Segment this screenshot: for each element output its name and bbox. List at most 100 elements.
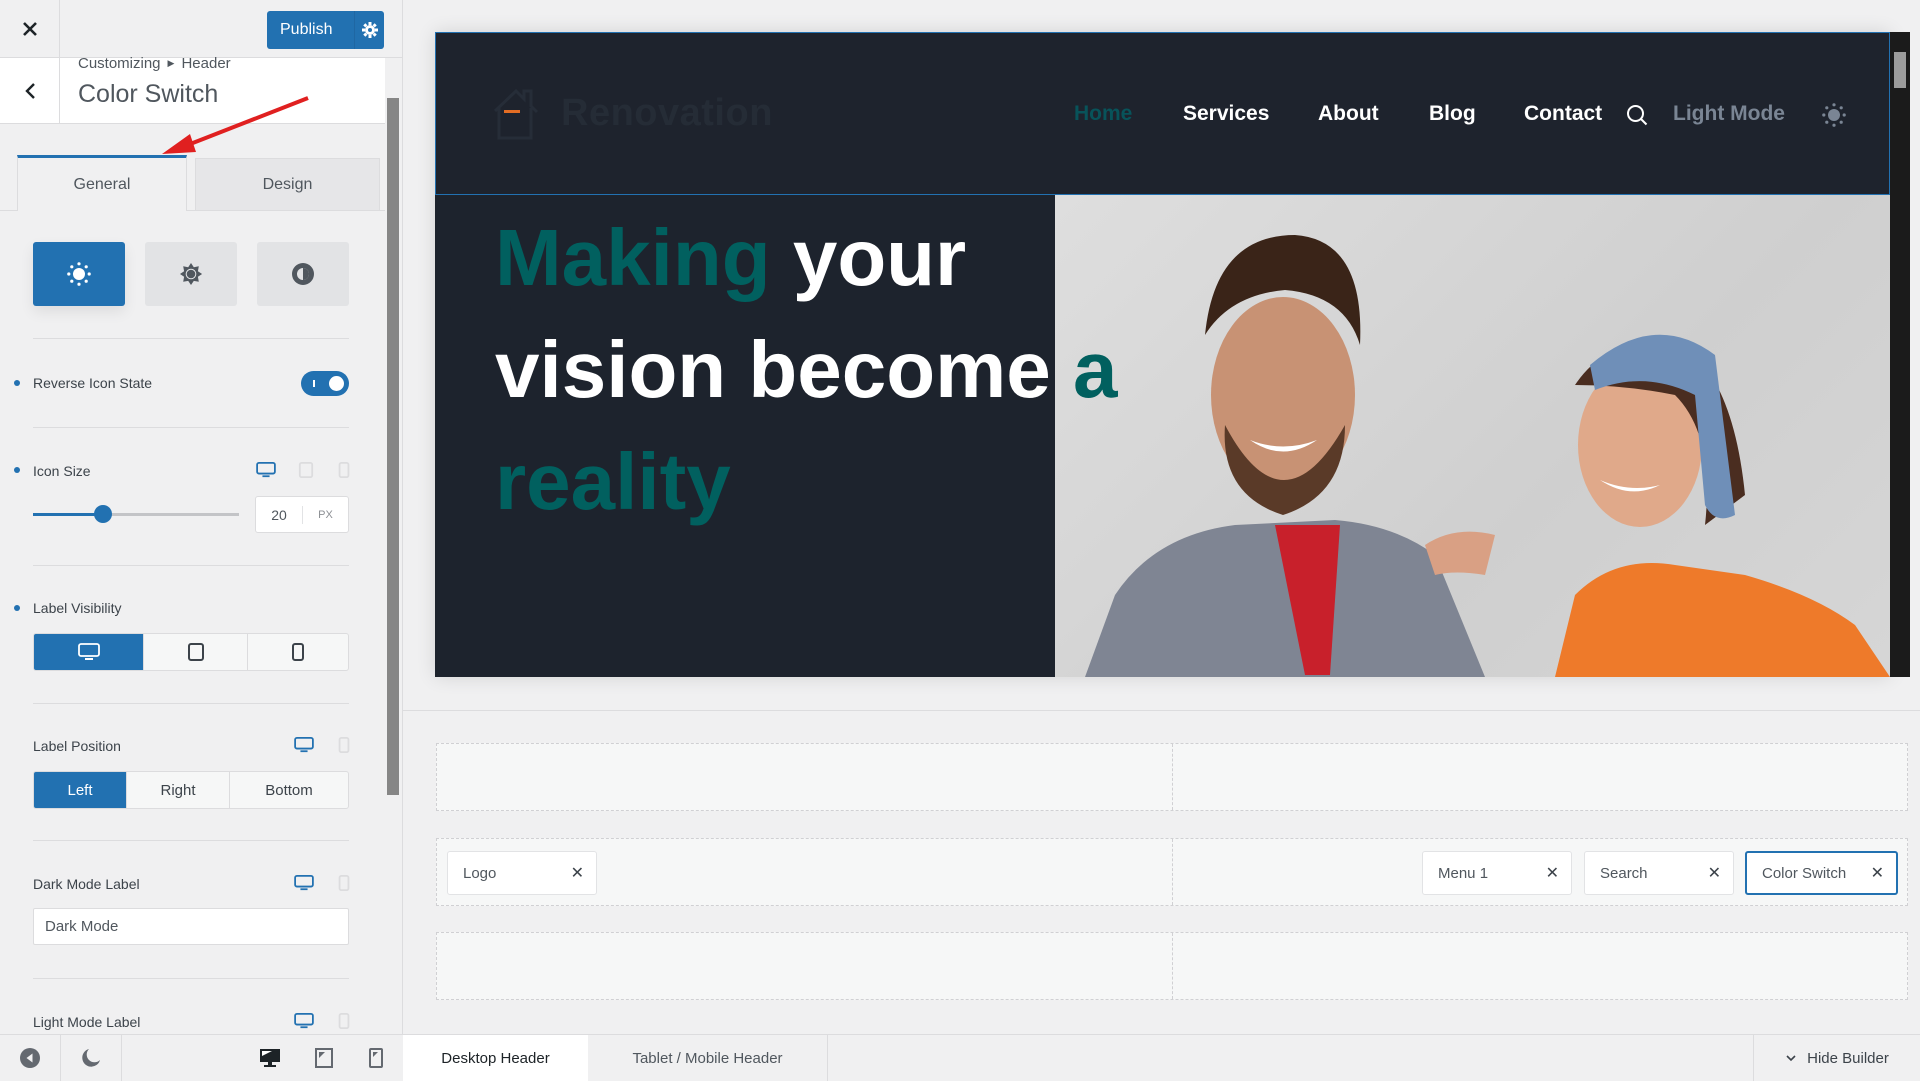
chevron-left-icon xyxy=(24,83,35,99)
nav-home[interactable]: Home xyxy=(1074,102,1132,126)
nav-about[interactable]: About xyxy=(1318,102,1379,126)
device-mobile-icon[interactable] xyxy=(333,462,355,478)
label-position-label: Label Position xyxy=(33,738,121,754)
builder-column-split xyxy=(1172,839,1173,905)
chevron-down-icon xyxy=(1786,1055,1796,1062)
breadcrumb-header: Header xyxy=(181,55,231,72)
remove-item-icon[interactable]: ✕ xyxy=(1871,863,1884,883)
icon-size-slider-handle[interactable] xyxy=(94,505,113,523)
sun-icon[interactable] xyxy=(1822,103,1846,127)
icon-style-sun-dots-button[interactable] xyxy=(33,242,125,306)
gear-icon xyxy=(361,22,378,38)
tab-desktop-header[interactable]: Desktop Header xyxy=(403,1035,588,1081)
label-position-left-button[interactable]: Left xyxy=(34,772,127,808)
builder-item-menu-1[interactable]: Menu 1 ✕ xyxy=(1422,851,1572,895)
builder-row-bottom[interactable] xyxy=(436,932,1908,1000)
builder-item-label: Color Switch xyxy=(1762,864,1847,882)
tablet-preview-icon xyxy=(315,1048,333,1068)
builder-item-logo[interactable]: Logo ✕ xyxy=(447,851,597,895)
device-mobile-icon[interactable] xyxy=(333,875,355,891)
back-button[interactable] xyxy=(0,58,60,124)
icon-style-sun-star-button[interactable] xyxy=(145,242,237,306)
collapse-sidebar-button[interactable] xyxy=(0,1035,61,1081)
headline-part-reality: reality xyxy=(495,437,731,526)
builder-divider xyxy=(403,710,1920,711)
hide-builder-label: Hide Builder xyxy=(1807,1049,1889,1067)
icon-size-slider-fill xyxy=(33,513,104,516)
label-position-bottom-button[interactable]: Bottom xyxy=(230,772,348,808)
reverse-icon-state-toggle[interactable] xyxy=(301,371,349,396)
section-tabs: General Design xyxy=(17,155,383,211)
tab-divider xyxy=(187,210,385,211)
contrast-icon xyxy=(292,263,314,285)
publish-label: Publish xyxy=(267,11,355,49)
device-mobile-icon[interactable] xyxy=(333,737,355,753)
preview-desktop-button[interactable] xyxy=(255,1035,285,1081)
close-customizer-button[interactable] xyxy=(0,0,60,58)
modified-indicator xyxy=(14,380,20,386)
tab-design[interactable]: Design xyxy=(195,158,380,211)
dark-mode-toggle-button[interactable] xyxy=(61,1035,122,1081)
visibility-desktop-button[interactable] xyxy=(34,634,144,670)
site-header[interactable]: Renovation Home Services About Blog Cont… xyxy=(435,32,1890,195)
device-desktop-icon[interactable] xyxy=(293,1013,315,1029)
builder-row-top[interactable] xyxy=(436,743,1908,811)
preview-scrollbar[interactable] xyxy=(1890,32,1910,677)
label-visibility-toggle-group xyxy=(33,633,349,671)
dark-mode-label-input[interactable] xyxy=(33,908,349,945)
mobile-preview-icon xyxy=(369,1048,383,1068)
nav-contact[interactable]: Contact xyxy=(1524,102,1602,126)
builder-item-search[interactable]: Search ✕ xyxy=(1584,851,1734,895)
device-mobile-icon[interactable] xyxy=(333,1013,355,1029)
tab-general[interactable]: General xyxy=(17,155,187,211)
divider xyxy=(33,840,349,841)
device-desktop-icon[interactable] xyxy=(293,737,315,753)
remove-item-icon[interactable]: ✕ xyxy=(1708,863,1721,883)
toggle-on-mark xyxy=(313,380,315,387)
hide-builder-button[interactable]: Hide Builder xyxy=(1753,1035,1920,1081)
label-position-right-button[interactable]: Right xyxy=(127,772,230,808)
icon-size-input[interactable]: 20 PX xyxy=(255,496,349,533)
modified-indicator xyxy=(14,467,20,473)
visibility-tablet-button[interactable] xyxy=(144,634,248,670)
desktop-preview-icon xyxy=(260,1049,280,1067)
device-tablet-icon[interactable] xyxy=(295,462,317,478)
divider xyxy=(33,427,349,428)
icon-size-unit[interactable]: PX xyxy=(303,509,348,521)
tab-divider xyxy=(0,210,17,211)
nav-blog[interactable]: Blog xyxy=(1429,102,1476,126)
nav-services[interactable]: Services xyxy=(1183,102,1269,126)
builder-item-color-switch[interactable]: Color Switch ✕ xyxy=(1745,851,1898,895)
builder-row-main[interactable]: Logo ✕ Menu 1 ✕ Search ✕ Color Switch ✕ xyxy=(436,838,1908,906)
mobile-icon xyxy=(292,643,304,661)
search-icon[interactable] xyxy=(1626,104,1648,126)
publish-button[interactable]: Publish xyxy=(267,11,384,49)
visibility-mobile-button[interactable] xyxy=(248,634,348,670)
preview-scrollbar-thumb[interactable] xyxy=(1894,52,1906,88)
device-desktop-icon[interactable] xyxy=(255,462,277,478)
builder-item-label: Search xyxy=(1600,864,1648,882)
remove-item-icon[interactable]: ✕ xyxy=(571,863,584,883)
moon-icon xyxy=(82,1049,100,1067)
house-logo-icon xyxy=(493,88,539,140)
icon-size-value[interactable]: 20 xyxy=(256,505,303,524)
remove-item-icon[interactable]: ✕ xyxy=(1546,863,1559,883)
device-desktop-icon[interactable] xyxy=(293,875,315,891)
tab-tablet-mobile-header[interactable]: Tablet / Mobile Header xyxy=(588,1035,828,1081)
reverse-icon-state-label: Reverse Icon State xyxy=(33,375,153,391)
divider xyxy=(33,565,349,566)
preview-mobile-button[interactable] xyxy=(361,1035,391,1081)
hero-headline: Making your vision become a reality xyxy=(495,202,1195,538)
color-switch-label[interactable]: Light Mode xyxy=(1673,102,1785,126)
site-logo-text: Renovation xyxy=(561,91,773,134)
collapse-arrow-icon xyxy=(20,1048,40,1068)
breadcrumb-arrow-icon: ▶ xyxy=(167,58,175,68)
site-logo[interactable]: Renovation xyxy=(491,85,773,141)
sidebar-scrollbar[interactable] xyxy=(387,98,399,795)
icon-style-contrast-button[interactable] xyxy=(257,242,349,306)
close-icon xyxy=(22,22,37,36)
label-visibility-label: Label Visibility xyxy=(33,600,122,616)
publish-settings-button[interactable] xyxy=(355,22,384,38)
headline-part-making: Making xyxy=(495,213,771,302)
preview-tablet-button[interactable] xyxy=(309,1035,339,1081)
